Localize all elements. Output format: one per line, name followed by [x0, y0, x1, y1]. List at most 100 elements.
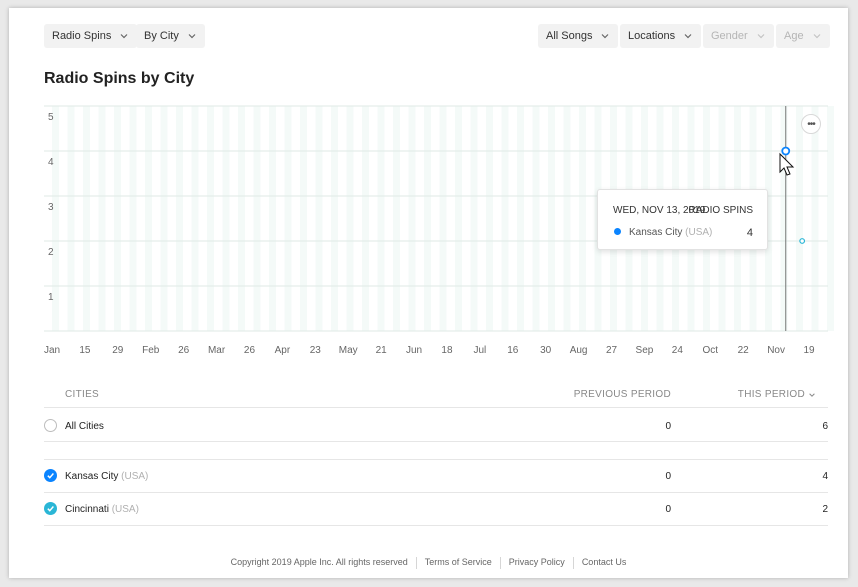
all-cities-radio[interactable] [44, 419, 57, 432]
chart-stripe [222, 106, 230, 331]
data-point [799, 238, 806, 244]
chart-stripe [579, 106, 586, 331]
table-divider [44, 441, 828, 442]
table-row-city: Kansas City (USA) [65, 471, 148, 482]
x-tick-label: 16 [507, 345, 519, 356]
chart-stripe [160, 106, 168, 331]
x-tick-label: 18 [441, 345, 453, 356]
chevron-down-icon [120, 34, 128, 39]
y-tick-label: 4 [48, 157, 54, 168]
chart-stripe [393, 106, 400, 331]
x-tick-label: 15 [79, 345, 91, 356]
chart-stripe [98, 106, 106, 331]
kansas-city-checkbox[interactable] [44, 469, 57, 482]
x-tick-label: 22 [738, 345, 750, 356]
x-tick-label: Oct [702, 345, 718, 356]
chart-stripe [548, 106, 555, 331]
chevron-down-icon [602, 34, 609, 39]
privacy-link[interactable]: Privacy Policy [501, 557, 573, 569]
y-tick-label: 3 [48, 202, 54, 213]
x-tick-label: Jul [473, 345, 486, 356]
chart-stripe [83, 106, 90, 331]
x-tick-label: 30 [540, 345, 552, 356]
city-name: Cincinnati [65, 504, 109, 515]
gender-dropdown[interactable]: Gender [703, 24, 774, 48]
x-tick-label: 23 [310, 345, 322, 356]
this-period-column-header[interactable]: THIS PERIOD [738, 389, 816, 400]
tooltip-value: 4 [746, 227, 753, 239]
songs-dropdown-label: All Songs [546, 30, 593, 42]
chart-stripe [269, 106, 276, 331]
metric-dropdown[interactable]: Radio Spins [44, 24, 138, 48]
series-color-dot [614, 228, 621, 235]
all-cities-previous: 0 [665, 421, 671, 432]
chart-stripe [377, 106, 385, 331]
songs-dropdown[interactable]: All Songs [538, 24, 619, 48]
x-tick-label: Apr [275, 345, 291, 356]
x-tick-label: 27 [606, 345, 618, 356]
chevron-down-icon [757, 34, 765, 39]
chart-stripe [501, 106, 509, 331]
locations-dropdown[interactable]: Locations [620, 24, 702, 48]
x-tick-label: 21 [376, 345, 388, 356]
chart-stripe [284, 106, 292, 331]
chart-stripe [315, 106, 323, 331]
table-row-city: Cincinnati (USA) [65, 504, 139, 515]
chart-more-button[interactable]: ••• [801, 114, 821, 134]
chart-stripe [532, 106, 540, 331]
contact-link[interactable]: Contact Us [574, 557, 635, 569]
analytics-panel: Radio Spins By City All Songs Locations … [9, 8, 848, 578]
chart-stripe [191, 106, 199, 331]
gender-dropdown-label: Gender [711, 30, 748, 42]
chart-stripe [207, 106, 214, 331]
y-tick-label: 5 [48, 112, 54, 123]
chevron-down-icon [188, 34, 196, 39]
chart-stripe [486, 106, 493, 331]
chart-stripe [346, 106, 354, 331]
x-tick-label: 19 [803, 345, 815, 356]
page-title: Radio Spins by City [44, 70, 195, 87]
x-tick-label: Feb [142, 345, 160, 356]
x-tick-label: May [339, 345, 358, 356]
previous-period-column-header[interactable]: PREVIOUS PERIOD [574, 389, 671, 400]
chevron-down-icon [684, 34, 692, 39]
checkmark-icon [47, 506, 54, 512]
city-country: (USA) [111, 504, 139, 515]
chart-stripe [796, 106, 803, 331]
chart-stripe [563, 106, 571, 331]
chart-stripe [114, 106, 121, 331]
chart-stripe [129, 106, 137, 331]
x-tick-label: Jun [406, 345, 422, 356]
chart-stripe [780, 106, 788, 331]
table-row-this: 2 [822, 504, 828, 515]
chart-tooltip: WED, NOV 13, 2019 RADIO SPINS Kansas Cit… [597, 189, 768, 250]
chart-stripe [811, 106, 819, 331]
chart-stripe [827, 106, 834, 331]
x-tick-label: Mar [208, 345, 226, 356]
chart-stripe [331, 106, 338, 331]
x-tick-label: 29 [112, 345, 124, 356]
terms-link[interactable]: Terms of Service [417, 557, 500, 569]
group-dropdown[interactable]: By City [136, 24, 205, 48]
this-period-label: THIS PERIOD [737, 389, 805, 400]
cincinnati-checkbox[interactable] [44, 502, 57, 515]
tooltip-city: Kansas City (USA) [629, 227, 712, 238]
chart-stripe [408, 106, 416, 331]
group-dropdown-label: By City [144, 30, 179, 42]
data-point [781, 146, 791, 156]
cities-column-header[interactable]: CITIES [65, 389, 99, 400]
table-divider [44, 407, 828, 408]
metric-dropdown-label: Radio Spins [52, 30, 112, 42]
table-row-this: 4 [822, 471, 828, 482]
more-dots-icon: ••• [807, 118, 815, 130]
all-cities-this: 6 [822, 421, 828, 432]
x-tick-label: Sep [636, 345, 654, 356]
chart-stripe [176, 106, 183, 331]
chart-stripe [424, 106, 431, 331]
copyright-text: Copyright 2019 Apple Inc. All rights res… [230, 557, 408, 567]
x-tick-label: 24 [672, 345, 684, 356]
age-dropdown[interactable]: Age [776, 24, 830, 48]
tooltip-city-name: Kansas City [629, 227, 683, 238]
chart-stripe [300, 106, 307, 331]
all-cities-label: All Cities [65, 421, 104, 432]
